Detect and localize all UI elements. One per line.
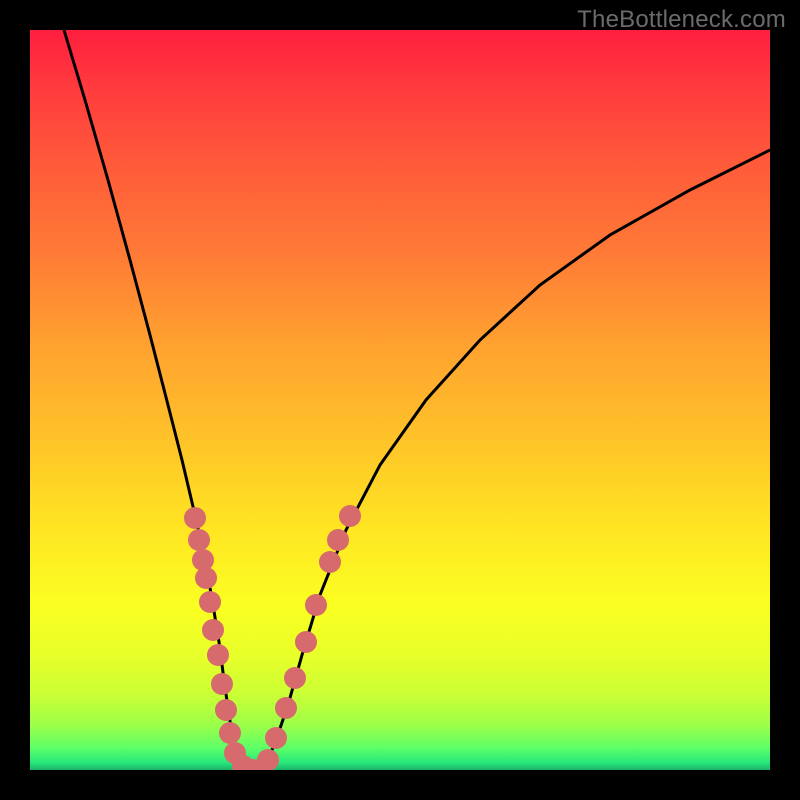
curve-right-branch [262, 150, 770, 770]
data-marker [184, 507, 206, 529]
data-marker [207, 644, 229, 666]
data-marker [327, 529, 349, 551]
data-marker [275, 697, 297, 719]
data-marker [219, 722, 241, 744]
data-marker [195, 567, 217, 589]
data-marker [211, 673, 233, 695]
data-marker [265, 727, 287, 749]
data-marker [319, 551, 341, 573]
data-marker [188, 529, 210, 551]
data-marker [202, 619, 224, 641]
chart-svg [30, 30, 770, 770]
data-marker [305, 594, 327, 616]
data-marker [284, 667, 306, 689]
data-marker [215, 699, 237, 721]
data-marker [199, 591, 221, 613]
data-marker [257, 749, 279, 770]
data-markers [184, 505, 361, 770]
data-marker [295, 631, 317, 653]
chart-frame: TheBottleneck.com [0, 0, 800, 800]
watermark-text: TheBottleneck.com [577, 6, 786, 34]
data-marker [339, 505, 361, 527]
chart-plot-area [30, 30, 770, 770]
